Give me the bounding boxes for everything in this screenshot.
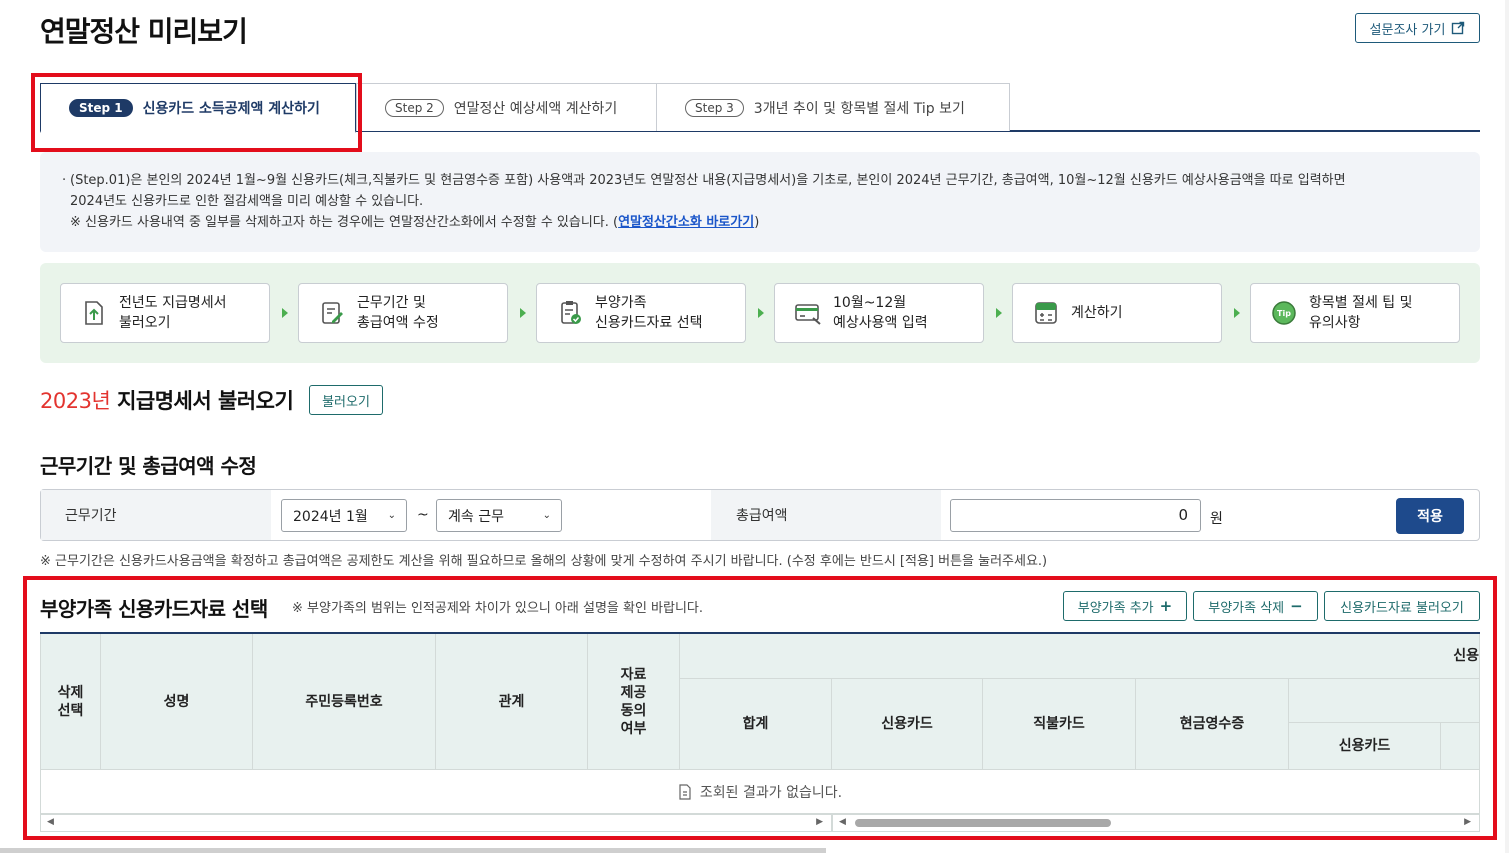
work-note: ※ 근무기간은 신용카드사용금액을 확정하고 총급여액은 공제한도 계산을 위해… (40, 554, 1048, 569)
info-note: ※ 신용카드 사용내역 중 일부를 삭제하고자 하는 경우에는 연말정산간소화에… (70, 212, 1460, 233)
highlight-box-tab (31, 73, 362, 152)
flow-step-line2: 불러오기 (119, 315, 171, 331)
salary-input[interactable]: 0 (950, 499, 1201, 532)
statement-title: 지급명세서 불러오기 (110, 389, 294, 413)
chevron-down-icon: ⌄ (387, 510, 396, 521)
process-flow: 전년도 지급명세서불러오기 근무기간 및총급여액 수정 부양가족신용카드자료 선… (40, 263, 1480, 363)
info-note-suffix: ) (754, 215, 760, 230)
clipboard-check-icon (561, 301, 581, 324)
window-edge (1505, 0, 1509, 853)
flow-step-line2: 유의사항 (1309, 315, 1361, 331)
end-month-value: 계속 근무 (448, 508, 504, 525)
flow-step-dependents[interactable]: 부양가족신용카드자료 선택 (536, 283, 746, 343)
survey-button-label: 설문조사 가기 (1369, 22, 1446, 38)
calculator-icon (1035, 302, 1057, 324)
period-label: 근무기간 (41, 490, 271, 540)
flow-step-text: 10월~12월예상사용액 입력 (833, 293, 928, 333)
flow-step-line2: 총급여액 수정 (357, 315, 439, 331)
statement-heading: 2023년 지급명세서 불러오기 (40, 385, 294, 415)
info-line-2: 2024년도 신용카드로 인한 절감세액을 미리 예상할 수 있습니다. (70, 194, 424, 209)
tip-icon: Tip (1272, 301, 1296, 325)
step-2-badge: Step 2 (385, 98, 444, 117)
info-line-1: (Step.01)은 본인의 2024년 1월~9월 신용카드(체크,직불카드 … (70, 173, 1346, 188)
chevron-down-icon: ⌄ (542, 510, 551, 521)
highlight-box-dependents (23, 576, 1497, 840)
svg-text:Tip: Tip (1277, 309, 1291, 318)
flow-step-line1: 근무기간 및 (357, 295, 426, 311)
page-title: 연말정산 미리보기 (40, 15, 248, 48)
flow-step-line2: 예상사용액 입력 (833, 315, 928, 331)
flow-step-text: 부양가족신용카드자료 선택 (595, 293, 703, 333)
range-tilde: ~ (417, 507, 429, 523)
flow-step-expected-usage[interactable]: 10월~12월예상사용액 입력 (774, 283, 984, 343)
flow-step-text: 근무기간 및총급여액 수정 (357, 293, 439, 333)
external-link-icon (1452, 21, 1465, 35)
end-month-select[interactable]: 계속 근무 ⌄ (436, 499, 562, 532)
page-scrollbar[interactable] (0, 848, 826, 853)
salary-unit: 원 (1210, 511, 1223, 527)
apply-button[interactable]: 적용 (1396, 498, 1464, 534)
flow-step-text: 전년도 지급명세서불러오기 (119, 293, 227, 333)
flow-step-line1: 부양가족 (595, 295, 647, 311)
flow-step-text: 계산하기 (1071, 303, 1123, 323)
tab-step-2[interactable]: Step 2 연말정산 예상세액 계산하기 (356, 83, 657, 131)
info-box: · (Step.01)은 본인의 2024년 1월~9월 신용카드(체크,직불카… (40, 152, 1480, 252)
flow-step-line1: 10월~12월 (833, 295, 907, 311)
simplified-service-link[interactable]: 연말정산간소화 바로가기 (618, 215, 754, 230)
flow-arrow (996, 308, 1002, 318)
flow-step-line1: 계산하기 (1071, 305, 1123, 321)
flow-step-line1: 전년도 지급명세서 (119, 295, 227, 311)
flow-arrow (282, 308, 288, 318)
edit-document-icon (322, 302, 343, 324)
start-month-value: 2024년 1월 (293, 508, 368, 525)
work-heading: 근무기간 및 총급여액 수정 (40, 454, 257, 478)
document-upload-icon (85, 301, 103, 325)
bullet: · (62, 173, 67, 188)
survey-button[interactable]: 설문조사 가기 (1355, 13, 1480, 43)
card-input-icon (795, 304, 821, 325)
info-note-prefix: ※ 신용카드 사용내역 중 일부를 삭제하고자 하는 경우에는 연말정산간소화에… (70, 215, 619, 230)
flow-step-text: 항목별 절세 팁 및유의사항 (1309, 293, 1413, 333)
salary-label: 총급여액 (711, 490, 941, 540)
flow-arrow (520, 308, 526, 318)
flow-step-calculate[interactable]: 계산하기 (1012, 283, 1222, 343)
flow-step-load-statement[interactable]: 전년도 지급명세서불러오기 (60, 283, 270, 343)
step-3-badge: Step 3 (685, 98, 744, 117)
tab-step-3[interactable]: Step 3 3개년 추이 및 항목별 절세 Tip 보기 (656, 83, 1010, 131)
flow-arrow (1234, 308, 1240, 318)
load-statement-button[interactable]: 불러오기 (309, 385, 383, 415)
flow-step-line1: 항목별 절세 팁 및 (1309, 295, 1413, 311)
flow-step-edit-period[interactable]: 근무기간 및총급여액 수정 (298, 283, 508, 343)
statement-year: 2023년 (40, 389, 111, 413)
tab-step-3-label: 3개년 추이 및 항목별 절세 Tip 보기 (753, 100, 965, 117)
flow-step-tips[interactable]: Tip 항목별 절세 팁 및유의사항 (1250, 283, 1460, 343)
flow-arrow (758, 308, 764, 318)
start-month-select[interactable]: 2024년 1월 ⌄ (281, 499, 407, 532)
work-form: 근무기간 2024년 1월 ⌄ ~ 계속 근무 ⌄ 총급여액 0 원 적용 (40, 489, 1480, 541)
tab-step-2-label: 연말정산 예상세액 계산하기 (453, 100, 618, 117)
flow-step-line2: 신용카드자료 선택 (595, 315, 703, 331)
